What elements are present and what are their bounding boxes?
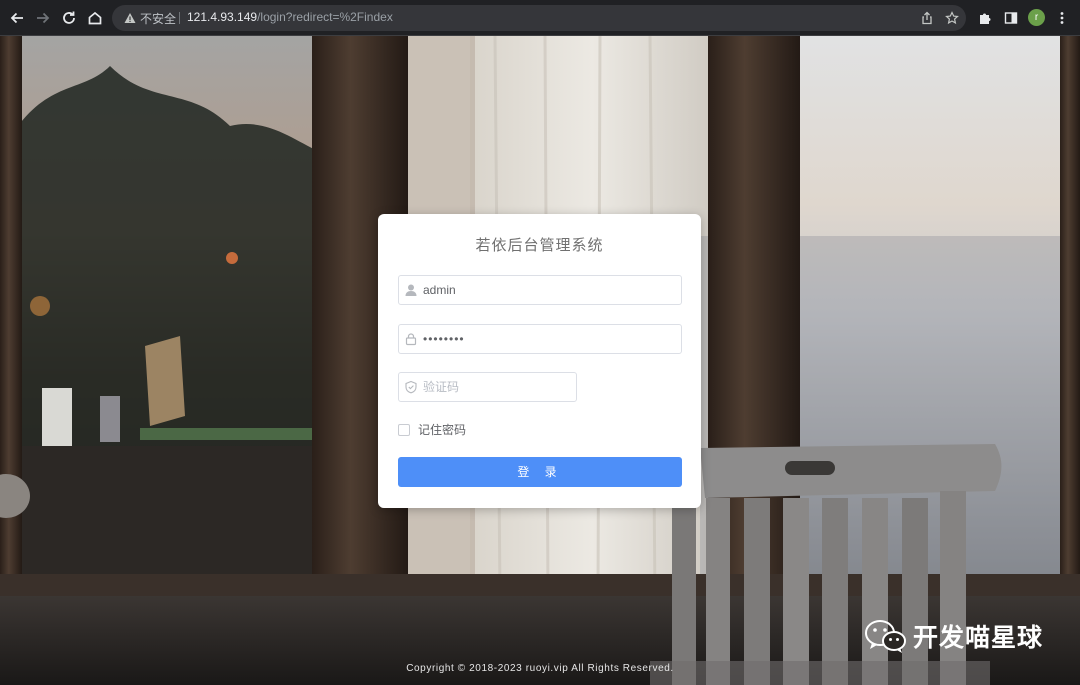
watermark-text: 开发喵星球 xyxy=(913,624,1044,652)
login-button[interactable]: 登 录 xyxy=(398,457,682,487)
username-field[interactable] xyxy=(398,275,682,305)
browser-toolbar: 不安全 121.4.93.149/login?redirect=%2Findex… xyxy=(0,0,1080,36)
address-separator xyxy=(179,12,180,24)
share-icon[interactable] xyxy=(917,8,937,28)
captcha-input[interactable] xyxy=(423,373,571,401)
shield-check-icon xyxy=(405,380,417,394)
url-host: 121.4.93.149 xyxy=(187,10,258,24)
login-page: 若依后台管理系统 记住密码 登 录 xyxy=(0,36,1080,685)
user-icon xyxy=(405,284,417,296)
password-field[interactable] xyxy=(398,324,682,354)
lock-icon xyxy=(405,333,417,346)
remember-password[interactable]: 记住密码 xyxy=(398,421,466,438)
captcha-field[interactable] xyxy=(398,372,577,402)
watermark: 开发喵星球 xyxy=(864,618,1043,654)
username-input[interactable] xyxy=(423,276,673,304)
password-input[interactable] xyxy=(423,325,673,353)
profile-avatar[interactable]: r xyxy=(1028,9,1045,26)
home-icon[interactable] xyxy=(84,7,106,29)
warning-triangle-icon xyxy=(124,13,136,23)
remember-label[interactable]: 记住密码 xyxy=(418,421,466,438)
security-status-label[interactable]: 不安全 xyxy=(140,10,176,27)
copyright-text: Copyright © 2018-2023 ruoyi.vip All Righ… xyxy=(406,663,674,674)
star-icon[interactable] xyxy=(942,8,962,28)
kebab-menu-icon[interactable] xyxy=(1052,8,1072,28)
reload-icon[interactable] xyxy=(58,7,80,29)
login-card: 若依后台管理系统 记住密码 登 录 xyxy=(378,214,701,508)
forward-arrow-icon[interactable] xyxy=(32,7,54,29)
wechat-icon xyxy=(865,620,906,653)
puzzle-icon[interactable] xyxy=(975,8,995,28)
url-text[interactable]: 121.4.93.149/login?redirect=%2Findex xyxy=(187,10,393,24)
back-arrow-icon[interactable] xyxy=(6,7,28,29)
sidepanel-icon[interactable] xyxy=(1001,8,1021,28)
remember-checkbox[interactable] xyxy=(398,423,410,436)
login-title: 若依后台管理系统 xyxy=(475,237,604,254)
address-bar[interactable]: 不安全 121.4.93.149/login?redirect=%2Findex xyxy=(112,5,966,31)
url-path: /login?redirect=%2Findex xyxy=(257,10,393,24)
